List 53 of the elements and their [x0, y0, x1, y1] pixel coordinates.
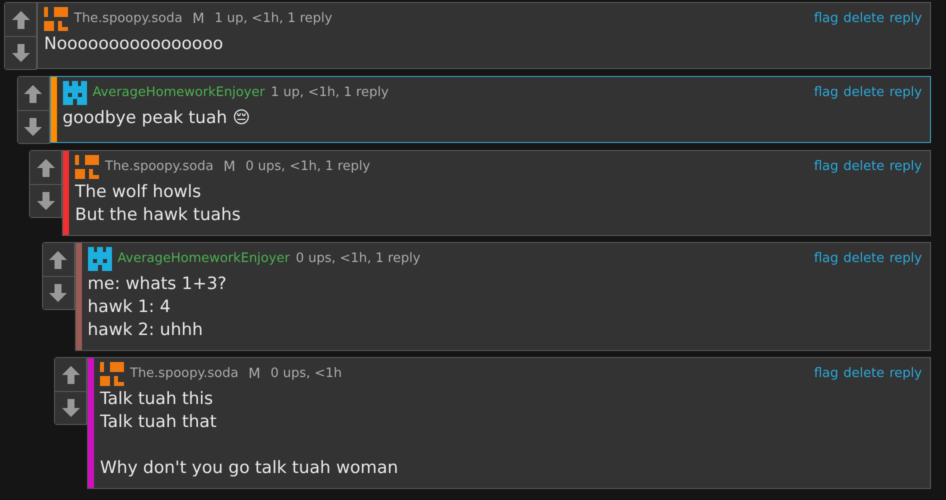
- up-arrow-icon: [36, 158, 56, 178]
- comment-meta: 0 ups, <1h, 1 reply: [296, 250, 420, 268]
- action-link[interactable]: flag: [814, 364, 838, 384]
- comment-meta: 1 up, <1h, 1 reply: [270, 84, 389, 102]
- up-arrow-icon: [23, 84, 43, 104]
- action-link[interactable]: reply: [889, 83, 922, 103]
- comment-text: me: whats 1+3? hawk 1: 4 hawk 2: uhhh: [88, 273, 228, 342]
- mod-label: M: [248, 364, 261, 384]
- username-link[interactable]: The.spoopy.soda: [130, 364, 238, 384]
- action-link[interactable]: reply: [889, 364, 922, 384]
- block-avatar-icon: [100, 362, 124, 386]
- castle-avatar-icon: [62, 81, 86, 105]
- action-link[interactable]: reply: [889, 249, 922, 269]
- downvote-button[interactable]: [30, 184, 61, 217]
- action-link[interactable]: flag: [814, 9, 838, 29]
- action-link[interactable]: delete: [843, 83, 884, 103]
- up-arrow-icon: [10, 10, 30, 30]
- down-arrow-icon: [36, 191, 56, 211]
- downvote-button[interactable]: [42, 276, 74, 309]
- down-arrow-icon: [10, 43, 30, 63]
- action-link[interactable]: flag: [814, 83, 838, 103]
- action-link[interactable]: delete: [843, 157, 884, 177]
- mod-label: M: [192, 10, 205, 28]
- comment-meta: 0 ups, <1h, 1 reply: [246, 158, 370, 176]
- up-arrow-icon: [48, 250, 68, 270]
- action-link[interactable]: flag: [814, 157, 838, 177]
- downvote-button[interactable]: [18, 110, 48, 143]
- comment-meta: 1 up, <1h, 1 reply: [214, 10, 332, 28]
- username-link[interactable]: AverageHomeworkEnjoyer: [118, 249, 290, 269]
- username-link[interactable]: The.spoopy.soda: [105, 157, 214, 177]
- castle-avatar-icon: [88, 247, 112, 271]
- block-avatar-icon: [44, 7, 68, 31]
- comment-text: The wolf howls But the hawk tuahs: [75, 181, 242, 227]
- action-link[interactable]: delete: [843, 249, 884, 269]
- block-avatar-icon: [75, 155, 99, 179]
- down-arrow-icon: [60, 398, 80, 418]
- up-arrow-icon: [60, 364, 80, 384]
- comment-meta: 0 ups, <1h: [270, 365, 342, 384]
- down-arrow-icon: [23, 117, 43, 137]
- username-link[interactable]: AverageHomeworkEnjoyer: [92, 83, 265, 103]
- downvote-button[interactable]: [5, 36, 36, 69]
- action-link[interactable]: flag: [814, 249, 838, 269]
- down-arrow-icon: [48, 283, 68, 303]
- comment-text: Talk tuah this Talk tuah that Why don't you go talk tuah woman: [100, 388, 400, 480]
- action-link[interactable]: delete: [843, 9, 884, 29]
- downvote-button[interactable]: [55, 391, 86, 424]
- comment-text: Noooooooooooooooo: [44, 33, 224, 56]
- action-link[interactable]: reply: [889, 157, 922, 177]
- mod-label: M: [223, 158, 236, 176]
- comment-text: goodbye peak tuah 😔: [62, 107, 252, 130]
- username-link[interactable]: The.spoopy.soda: [74, 9, 182, 29]
- action-link[interactable]: reply: [889, 9, 922, 29]
- action-link[interactable]: delete: [843, 364, 884, 384]
